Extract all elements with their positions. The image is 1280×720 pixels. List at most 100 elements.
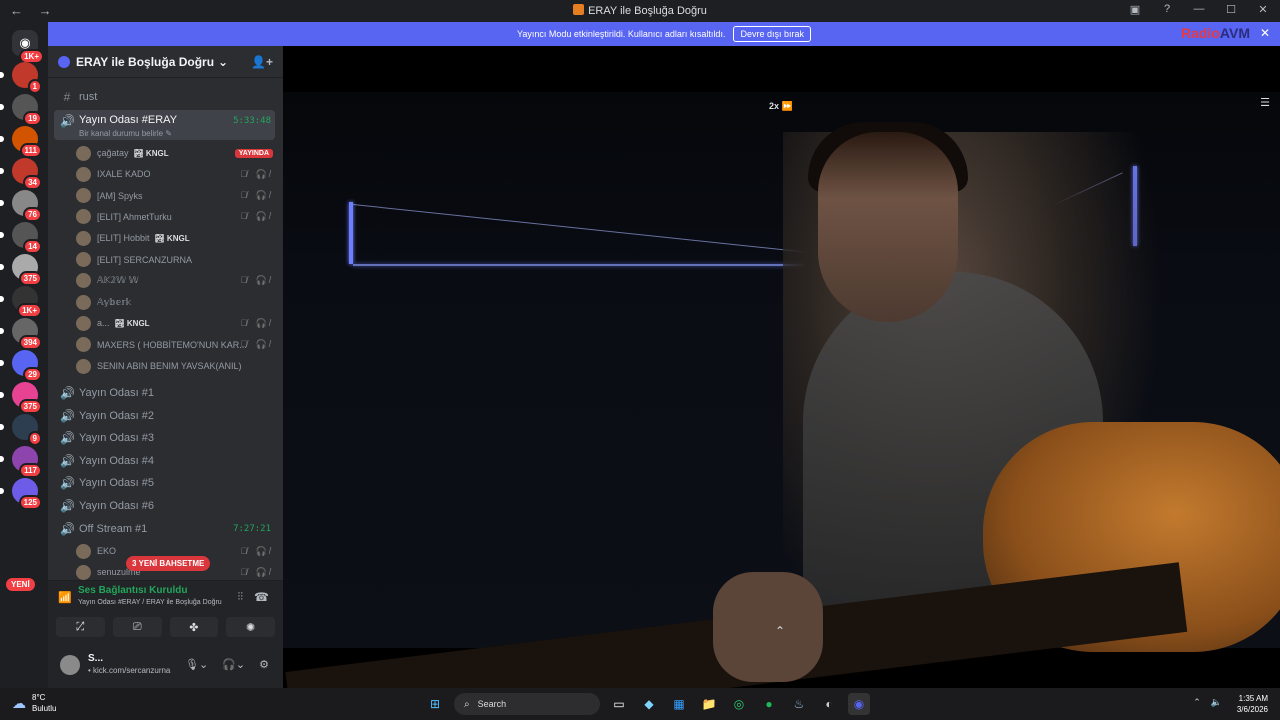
- muted-deafened-icon: 🎙̸ 🎧̸: [240, 168, 273, 179]
- stream-video[interactable]: [283, 92, 1280, 688]
- app-icon[interactable]: ◐: [818, 693, 840, 715]
- screen-share-button[interactable]: ⎚: [112, 617, 162, 637]
- unread-pip: [0, 104, 4, 110]
- search-box[interactable]: ⌕ Search: [454, 693, 600, 715]
- mention-badge: 9: [27, 431, 42, 446]
- stream-viewer[interactable]: 2x ⏩ ☰ ⌃: [283, 46, 1280, 688]
- date: 3/6/2026: [1236, 705, 1268, 714]
- chevron-up-icon[interactable]: ⌃: [775, 624, 785, 638]
- server-icon[interactable]: 9: [0, 414, 42, 446]
- new-servers-pill[interactable]: YENİ: [6, 578, 35, 591]
- voice-user[interactable]: MAXERS ( HOBBİTEMO'NUN KAR... 🎙̸ 🎧̸: [76, 335, 273, 355]
- server-icon[interactable]: 111: [0, 126, 42, 158]
- maximize-button[interactable]: ☐: [1224, 3, 1238, 16]
- help-icon[interactable]: ?: [1160, 3, 1174, 16]
- banner-close-icon[interactable]: ✕: [1260, 26, 1270, 40]
- disconnect-icon[interactable]: ☎: [254, 590, 269, 604]
- title-bar: ← → ERAY ile Boşluğa Doğru ▣ ? — ☐ ✕: [0, 0, 1280, 22]
- voice-channel[interactable]: 🔊 Yayın Odası #5: [54, 472, 275, 494]
- speaker-icon: 🔊: [60, 386, 75, 400]
- server-icon[interactable]: 1: [0, 62, 42, 94]
- home-button[interactable]: ◉ 1K+: [12, 30, 44, 64]
- voice-user[interactable]: [ELIT] SERCANZURNA: [76, 250, 273, 270]
- file-explorer-icon[interactable]: 📁: [698, 693, 720, 715]
- settings-gear-icon[interactable]: ⚙: [259, 658, 269, 671]
- avatar: [76, 337, 91, 353]
- server-icon[interactable]: 19: [0, 94, 42, 126]
- user-panel: S... • kick.com/sercanzurna 🎙⌄ 🎧⌄ ⚙: [48, 646, 283, 688]
- voice-user[interactable]: IXALE KADO 🎙̸ 🎧̸: [76, 164, 273, 184]
- server-icon[interactable]: 375: [0, 254, 42, 286]
- channel-rust[interactable]: # rust: [54, 86, 275, 108]
- channel-status-hint[interactable]: Bir kanal durumu belirle ✎: [79, 129, 172, 138]
- server-icon[interactable]: 394: [0, 318, 42, 350]
- camera-button[interactable]: ⛶̸: [56, 617, 105, 637]
- channel-off-stream-1[interactable]: 🔊 Off Stream #1 7:27:21: [54, 518, 275, 540]
- spotify-icon[interactable]: ●: [758, 693, 780, 715]
- mention-badge: 375: [18, 399, 42, 414]
- microphone-icon[interactable]: 🎙⌄: [185, 658, 208, 671]
- voice-channel[interactable]: 🔊 Yayın Odası #4: [54, 450, 275, 472]
- voice-user[interactable]: 𝔸𝕪𝕓𝕖𝕣𝕜: [76, 292, 273, 312]
- voice-channel[interactable]: 🔊 Yayın Odası #2: [54, 405, 275, 427]
- activities-button[interactable]: ✤: [169, 617, 219, 637]
- inbox-icon[interactable]: ▣: [1128, 3, 1142, 16]
- tray-chevron-icon[interactable]: ⌃: [1193, 697, 1201, 708]
- server-icon[interactable]: 29: [0, 350, 42, 382]
- server-icon[interactable]: 117: [0, 446, 42, 478]
- voice-status[interactable]: Ses Bağlantısı Kuruldu: [78, 585, 187, 596]
- start-button[interactable]: ⊞: [424, 693, 446, 715]
- noise-suppression-icon[interactable]: ⫶⫶: [238, 591, 244, 604]
- copilot-icon[interactable]: ◆: [638, 693, 660, 715]
- server-icon[interactable]: 125: [0, 478, 42, 510]
- channel-timer: 5:33:48: [233, 116, 271, 126]
- store-icon[interactable]: ▦: [668, 693, 690, 715]
- stream-menu-icon[interactable]: ☰: [1260, 96, 1270, 109]
- voice-user[interactable]: a... 🏞 KNGL 🎙̸ 🎧̸: [76, 313, 273, 333]
- server-icon[interactable]: 14: [0, 222, 42, 254]
- server-header[interactable]: ERAY ile Boşluğa Doğru ⌄ 👤+: [48, 46, 283, 78]
- voice-user[interactable]: çağatay 🏞 KNGL YAYINDA: [76, 143, 273, 163]
- clock[interactable]: 1:35 AM 3/6/2026: [1237, 693, 1268, 715]
- voice-user[interactable]: [ELIT] AhmetTurku 🎙̸ 🎧̸: [76, 207, 273, 227]
- signal-icon[interactable]: 📶: [58, 591, 72, 604]
- voice-user[interactable]: SENIN ABIN BENIM YAVSAK(ANIL): [76, 356, 273, 376]
- mention-badge: 1: [27, 79, 42, 94]
- server-icon[interactable]: 34: [0, 158, 42, 190]
- server-icon[interactable]: 76: [0, 190, 42, 222]
- task-view-icon[interactable]: ▭: [608, 693, 630, 715]
- channel-yayin-odasi-eray[interactable]: 🔊 Yayın Odası #ERAY 5:33:48 Bir kanal du…: [54, 110, 275, 140]
- user-controls: 🎙⌄ 🎧⌄ ⚙: [185, 658, 269, 671]
- voice-user[interactable]: [ELIT] Hobbit 🏞 KNGL: [76, 228, 273, 248]
- invite-people-icon[interactable]: 👤+: [251, 55, 273, 69]
- volume-icon[interactable]: 🔈: [1211, 697, 1222, 708]
- soundboard-button[interactable]: ✺: [226, 617, 275, 637]
- discord-icon[interactable]: ◉: [848, 693, 870, 715]
- close-button[interactable]: ✕: [1256, 3, 1270, 16]
- steam-icon[interactable]: ♨: [788, 693, 810, 715]
- voice-channel[interactable]: 🔊 Yayın Odası #6: [54, 495, 275, 517]
- playback-speed[interactable]: 2x ⏩: [769, 101, 793, 112]
- server-icon[interactable]: 1K+: [0, 286, 42, 318]
- unread-pip: [0, 360, 4, 366]
- avatar: [76, 358, 91, 374]
- mention-badge: 19: [23, 111, 42, 126]
- username[interactable]: S...: [88, 653, 103, 664]
- unread-pip: [0, 200, 4, 206]
- voice-channel[interactable]: 🔊 Yayın Odası #3: [54, 427, 275, 449]
- window-controls: ▣ ? — ☐ ✕: [1128, 3, 1270, 16]
- avatar[interactable]: [60, 655, 80, 675]
- minimize-button[interactable]: —: [1192, 3, 1206, 16]
- server-icon[interactable]: 375: [0, 382, 42, 414]
- voice-user[interactable]: 𝔸𝕂𝟚𝕎 𝕎 🎙̸ 🎧̸: [76, 271, 273, 291]
- voice-channel[interactable]: 🔊 Yayın Odası #1: [54, 382, 275, 404]
- voice-user[interactable]: [AM] Spyks 🎙̸ 🎧̸: [76, 186, 273, 206]
- muted-deafened-icon: 🎙̸ 🎧̸: [240, 545, 273, 556]
- edge-icon[interactable]: ◎: [728, 693, 750, 715]
- search-label: Search: [477, 699, 507, 709]
- headphones-icon[interactable]: 🎧⌄: [222, 658, 245, 671]
- weather-widget[interactable]: ☁ 8°C Bulutlu: [12, 692, 56, 714]
- new-mentions-pill[interactable]: 3 YENİ BAHSETME: [126, 556, 211, 571]
- voice-detail[interactable]: Yayın Odası #ERAY / ERAY ile Boşluğa Doğ…: [78, 599, 222, 606]
- disable-streamer-mode-button[interactable]: Devre dışı bırak: [733, 26, 811, 42]
